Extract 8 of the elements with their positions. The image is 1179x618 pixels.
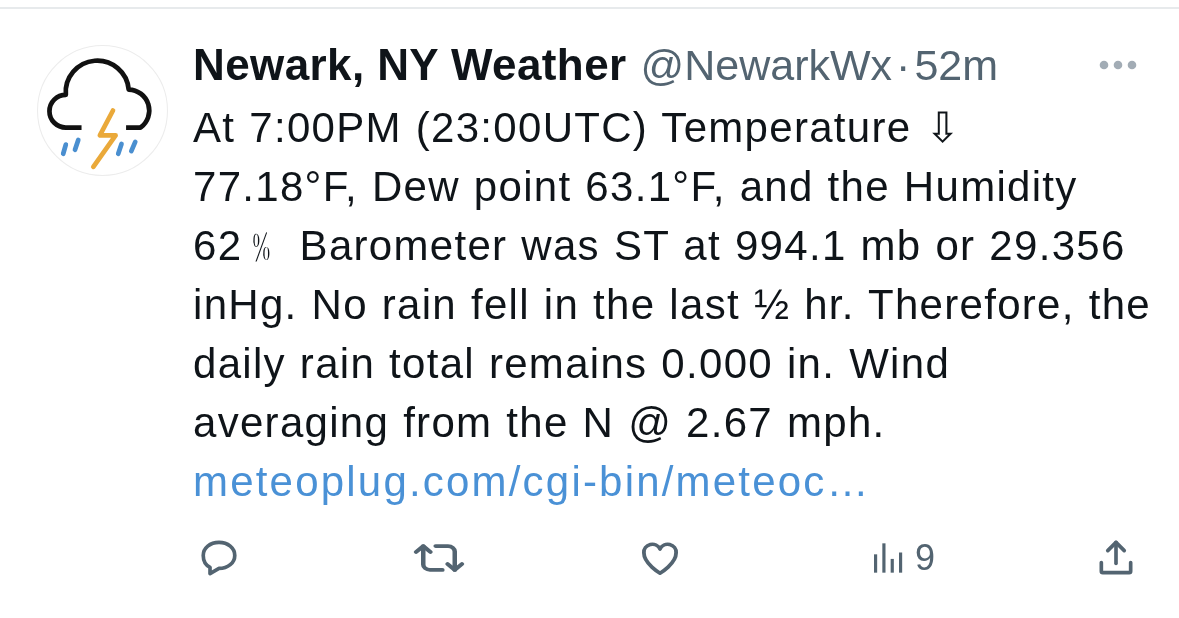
storm-cloud-icon[interactable]: [37, 45, 168, 176]
timestamp[interactable]: 52m: [914, 36, 999, 94]
author-handle[interactable]: @NewarkWx: [640, 36, 893, 94]
tweet-text: At 7:00PM (23:00UTC) Temperature ⇩ 77.18°F, Dew point 63.1°F, and the Humidity 62﹪ Barometer was ST at 994.1 mb or 29.356 inHg. No rain fell in the last ½ hr. Therefore, the daily rain total remains 0.000 in. Wind averaging from the N @ 2.67 mph.: [193, 103, 1152, 448]
separator-dot: ·: [896, 40, 911, 91]
tweet-link[interactable]: meteoplug.com/cgi-bin/meteoc…: [193, 452, 871, 511]
author-name[interactable]: Newark, NY Weather: [193, 36, 627, 94]
views-button[interactable]: 9: [867, 536, 936, 580]
